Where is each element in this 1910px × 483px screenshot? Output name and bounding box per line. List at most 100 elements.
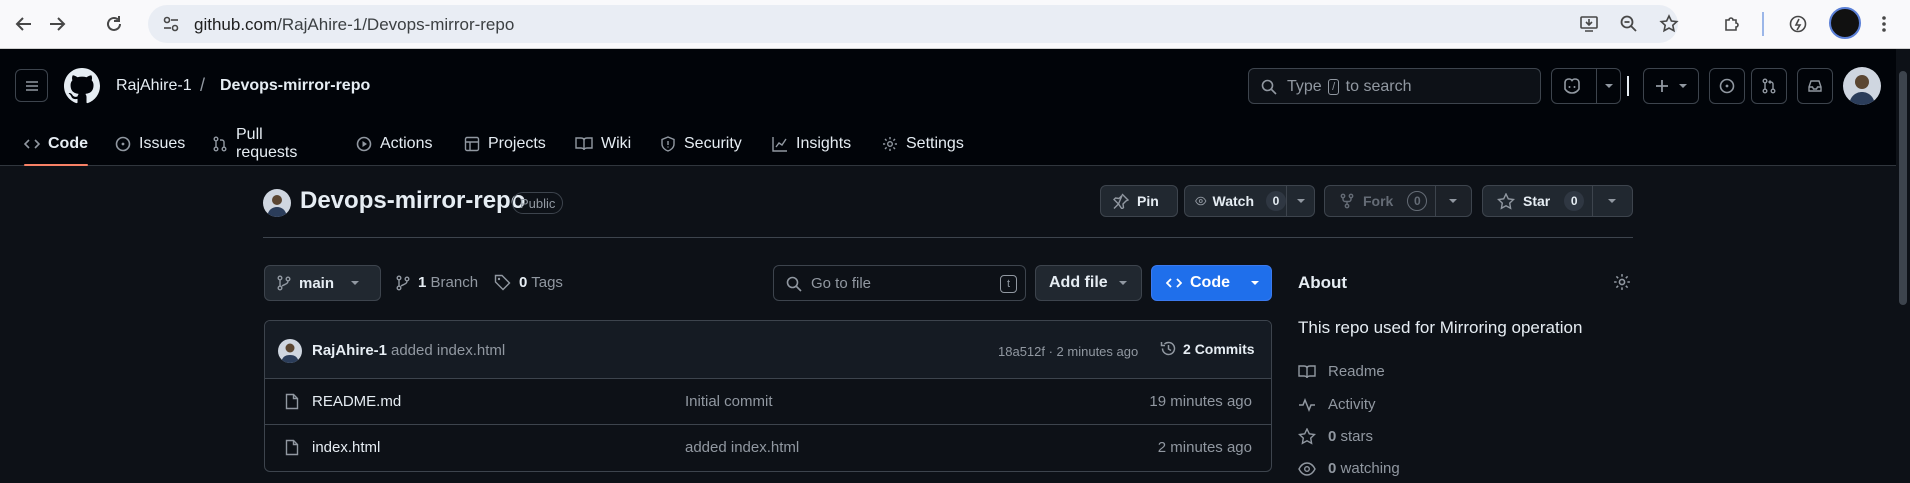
scrollbar-thumb[interactable]	[1899, 71, 1907, 305]
activity-link[interactable]: Activity	[1298, 396, 1376, 413]
issues-shortcut-button[interactable]	[1709, 68, 1745, 104]
chrome-menu-button[interactable]	[1868, 8, 1900, 40]
star-main[interactable]: Star 0	[1483, 191, 1592, 211]
triangle-down-icon	[1679, 84, 1687, 88]
monitor-download-icon	[1580, 16, 1598, 32]
repo-owner-avatar[interactable]	[263, 189, 291, 217]
star-dropdown-button[interactable]	[1593, 198, 1632, 204]
file-row[interactable]: README.md Initial commit 19 minutes ago	[265, 379, 1271, 425]
tab-wiki[interactable]: Wiki	[575, 123, 631, 165]
readme-link[interactable]: Readme	[1298, 363, 1385, 380]
commits-link[interactable]: 2 Commits	[1160, 340, 1255, 357]
extensions-button[interactable]	[1716, 8, 1748, 40]
watching-count: 0	[1328, 460, 1337, 477]
bookmark-button[interactable]	[1653, 8, 1685, 40]
tab-insights[interactable]: Insights	[772, 123, 851, 165]
pulse-icon	[1299, 397, 1315, 412]
file-row[interactable]: index.html added index.html 2 minutes ag…	[265, 425, 1271, 471]
tags-link[interactable]: 0 Tags	[494, 274, 563, 291]
commit-sha-time[interactable]: 18a512f · 2 minutes ago	[998, 344, 1138, 359]
stars-link[interactable]: 0 stars	[1298, 428, 1373, 445]
about-description: This repo used for Mirroring operation	[1298, 318, 1583, 337]
file-name[interactable]: README.md	[312, 393, 401, 410]
issue-opened-icon	[115, 136, 131, 152]
fork-main[interactable]: Fork 0	[1325, 191, 1435, 211]
profile-avatar[interactable]	[1829, 7, 1861, 39]
reload-button[interactable]	[98, 8, 130, 40]
tab-code[interactable]: Code	[24, 123, 88, 166]
search-prefix: Type	[1287, 78, 1322, 95]
file-name[interactable]: index.html	[312, 439, 380, 456]
watch-main[interactable]: Watch 0	[1185, 191, 1286, 211]
path-separator: /	[200, 75, 206, 95]
puzzle-icon	[1725, 17, 1739, 31]
forward-button[interactable]	[41, 8, 73, 40]
pull-requests-shortcut-button[interactable]	[1751, 68, 1787, 104]
zoom-button[interactable]	[1613, 8, 1645, 40]
tab-projects[interactable]: Projects	[464, 123, 546, 165]
readme-label: Readme	[1328, 363, 1385, 380]
about-settings-gear-icon[interactable]	[1613, 273, 1631, 291]
watch-dropdown-button[interactable]	[1287, 198, 1314, 204]
repo-name-link[interactable]: Devops-mirror-repo	[220, 77, 370, 95]
triangle-down-icon	[351, 281, 360, 285]
github-logo[interactable]	[64, 68, 100, 104]
url-text: github.com/RajAhire-1/Devops-mirror-repo	[194, 15, 514, 35]
site-info-icon[interactable]	[162, 15, 180, 33]
git-pull-request-icon	[1762, 78, 1776, 94]
pin-button[interactable]: Pin	[1100, 185, 1178, 217]
search-input[interactable]: Type / to search	[1248, 68, 1541, 104]
page-scrollbar[interactable]	[1896, 49, 1910, 483]
tab-actions[interactable]: Actions	[356, 123, 432, 165]
copilot-split-divider	[1596, 69, 1597, 103]
copilot-button[interactable]	[1551, 68, 1621, 104]
tab-security[interactable]: Security	[660, 123, 742, 165]
tab-issues[interactable]: Issues	[115, 123, 185, 165]
tab-actions-label: Actions	[380, 135, 433, 152]
create-new-button[interactable]	[1643, 68, 1699, 104]
star-icon	[1298, 428, 1316, 445]
branch-selector-button[interactable]: main	[264, 265, 381, 301]
star-button[interactable]: Star 0	[1482, 185, 1633, 217]
go-to-file-input[interactable]: Go to file t	[773, 265, 1026, 301]
search-icon	[786, 276, 802, 292]
code-button[interactable]: Code	[1151, 265, 1272, 301]
file-icon	[285, 439, 299, 456]
commit-author-avatar[interactable]	[278, 339, 302, 363]
watch-count: 0	[1266, 191, 1286, 211]
fork-button[interactable]: Fork 0	[1324, 185, 1472, 217]
address-bar[interactable]: github.com/RajAhire-1/Devops-mirror-repo	[148, 5, 1678, 43]
owner-link[interactable]: RajAhire-1	[116, 77, 192, 95]
back-button[interactable]	[8, 8, 40, 40]
triangle-down-icon[interactable]	[1604, 83, 1614, 89]
go-to-file-shortcut: t	[1000, 275, 1017, 293]
watching-link[interactable]: 0 watching	[1298, 460, 1400, 477]
commit-message[interactable]: added index.html	[391, 342, 505, 359]
search-shortcut-key: /	[1328, 79, 1340, 95]
code-icon	[1166, 278, 1182, 288]
branches-link[interactable]: 1 Branch	[396, 274, 478, 291]
commits-label: Commits	[1194, 340, 1255, 357]
global-nav-menu-button[interactable]	[15, 69, 48, 102]
zoom-out-icon	[1620, 15, 1637, 32]
tab-pull-requests[interactable]: Pull requests	[212, 123, 297, 165]
install-app-button[interactable]	[1573, 8, 1605, 40]
file-commit-message[interactable]: Initial commit	[685, 393, 773, 410]
pin-label: Pin	[1137, 193, 1159, 209]
fork-dropdown-button[interactable]	[1436, 198, 1471, 204]
add-file-button[interactable]: Add file	[1035, 265, 1142, 301]
github-header: RajAhire-1 / Devops-mirror-repo Type / t…	[0, 49, 1910, 166]
user-avatar[interactable]	[1843, 67, 1881, 105]
play-icon	[356, 136, 372, 152]
tab-code-label: Code	[48, 135, 88, 152]
tab-settings[interactable]: Settings	[882, 123, 964, 165]
performance-button[interactable]	[1782, 8, 1814, 40]
commit-author[interactable]: RajAhire-1	[312, 342, 387, 359]
branch-label: Branch	[430, 274, 479, 291]
url-host: github.com	[194, 15, 278, 34]
file-commit-message[interactable]: added index.html	[685, 439, 799, 456]
repo-title[interactable]: Devops-mirror-repo	[300, 187, 525, 215]
inbox-button[interactable]	[1797, 68, 1833, 104]
stars-count: 0	[1328, 428, 1337, 445]
watch-button[interactable]: Watch 0	[1184, 185, 1315, 217]
